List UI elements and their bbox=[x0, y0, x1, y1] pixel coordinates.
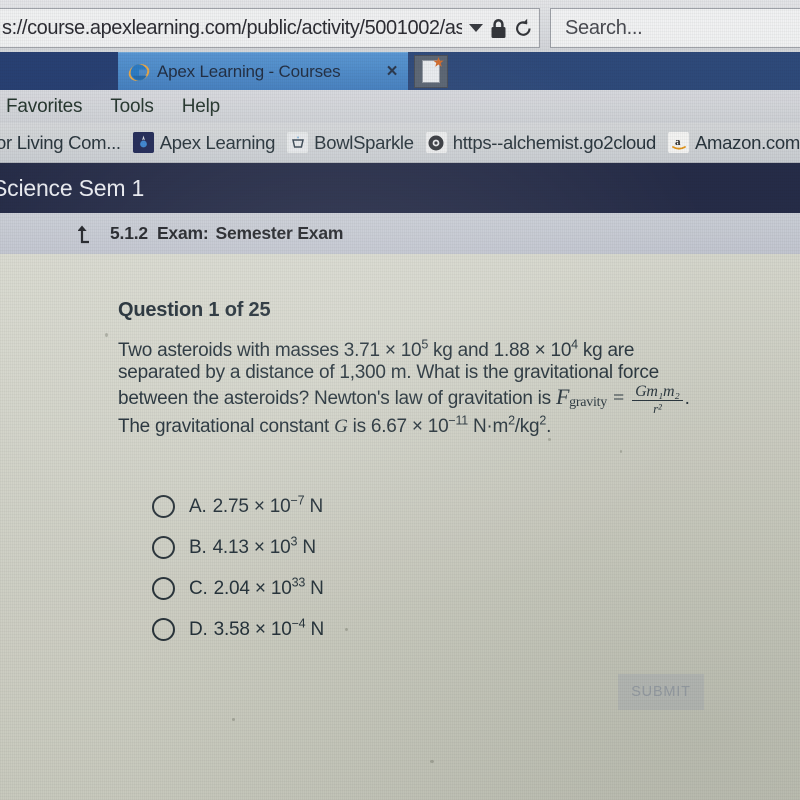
close-icon[interactable]: × bbox=[382, 61, 402, 82]
exponent-mass-2: 4 bbox=[571, 337, 578, 352]
bookmark-label: Amazon.com S bbox=[695, 131, 800, 153]
answer-mantissa-c: 2.04 × 10 bbox=[213, 577, 292, 599]
bookmarks-bar: or Living Com... Apex Learning BowlSpark… bbox=[0, 123, 800, 163]
address-row: s://course.apexlearning.com/public/activ… bbox=[0, 8, 800, 48]
answer-unit-b: N bbox=[297, 536, 316, 558]
answer-text-c: C. 2.04 × 1033 N bbox=[189, 575, 324, 600]
answer-option-a[interactable]: A. 2.75 × 10−7 N bbox=[152, 486, 324, 527]
answer-option-c[interactable]: C. 2.04 × 1033 N bbox=[152, 568, 324, 609]
formula-denominator: r² bbox=[653, 401, 662, 416]
answer-label-a: A. bbox=[189, 495, 207, 517]
breadcrumb-label: Exam: bbox=[156, 223, 209, 243]
radio-button-c[interactable] bbox=[152, 577, 175, 600]
bookmark-amazon[interactable]: a Amazon.com S bbox=[668, 132, 800, 154]
site-header: Science Sem 1 bbox=[0, 163, 800, 213]
answer-unit-d: N bbox=[305, 618, 325, 640]
lock-icon[interactable] bbox=[490, 18, 507, 39]
question-part-8: . bbox=[546, 416, 552, 437]
answer-option-b[interactable]: B. 4.13 × 103 N bbox=[152, 527, 324, 568]
question-part-6: N·m bbox=[467, 416, 509, 437]
answer-exponent-c: 33 bbox=[291, 575, 306, 590]
formula-numerator: Gm₁m₂ bbox=[632, 384, 683, 401]
formula-fraction: Gm₁m₂ r² bbox=[632, 384, 683, 416]
answer-mantissa-a: 2.75 × 10 bbox=[212, 495, 291, 517]
bookmark-alchemist[interactable]: https--alchemist.go2cloud bbox=[425, 131, 657, 154]
radio-button-b[interactable] bbox=[152, 536, 175, 559]
bookmark-apex-learning[interactable]: Apex Learning bbox=[132, 131, 276, 154]
bookmark-living-com[interactable]: or Living Com... bbox=[0, 132, 121, 154]
answer-mantissa-d: 3.58 × 10 bbox=[213, 618, 292, 640]
question-part-5: is 6.67 × 10 bbox=[347, 416, 449, 437]
formula-subscript-gravity: gravity bbox=[569, 395, 608, 410]
new-page-icon bbox=[422, 60, 440, 83]
answer-mantissa-b: 4.13 × 10 bbox=[212, 536, 291, 558]
answer-option-d[interactable]: D. 3.58 × 10−4 N bbox=[152, 609, 324, 650]
answer-exponent-d: −4 bbox=[291, 616, 306, 631]
exponent-g-constant: −11 bbox=[448, 413, 468, 428]
constant-symbol-g: G bbox=[334, 416, 348, 437]
breadcrumb-number: 5.1.2 bbox=[110, 223, 148, 243]
question-text: Two asteroids with masses 3.71 × 105 kg … bbox=[118, 337, 718, 438]
submit-button[interactable]: SUBMIT bbox=[618, 674, 704, 710]
tab-strip-filler bbox=[0, 52, 118, 90]
menu-item-favorites[interactable]: Favorites bbox=[6, 96, 83, 118]
bookmark-bowlsparkle[interactable]: BowlSparkle bbox=[287, 132, 414, 154]
question-counter: Question 1 of 25 bbox=[118, 299, 271, 321]
answer-label-d: D. bbox=[189, 618, 208, 640]
chevron-down-icon[interactable] bbox=[469, 24, 483, 32]
url-text[interactable]: s://course.apexlearning.com/public/activ… bbox=[2, 17, 462, 40]
question-part-1: Two asteroids with masses 3.71 × 10 bbox=[118, 340, 422, 361]
answer-exponent-a: −7 bbox=[290, 493, 305, 508]
bowlsparkle-icon bbox=[287, 132, 309, 153]
breadcrumb-title: Semester Exam bbox=[215, 223, 344, 243]
formula-variable-f: F bbox=[555, 384, 570, 409]
bookmark-label: Apex Learning bbox=[159, 131, 276, 153]
question-part-7: /kg bbox=[514, 416, 540, 437]
search-input[interactable]: Search... bbox=[550, 8, 800, 48]
answer-choices: A. 2.75 × 10−7 N B. 4.13 × 103 N C. 2.04 × … bbox=[152, 486, 324, 650]
course-title: Science Sem 1 bbox=[0, 174, 145, 201]
answer-text-b: B. 4.13 × 103 N bbox=[189, 535, 316, 559]
browser-chrome: s://course.apexlearning.com/public/activ… bbox=[0, 0, 800, 52]
answer-label-b: B. bbox=[189, 536, 207, 558]
up-arrow-icon[interactable] bbox=[77, 224, 96, 244]
bookmark-label: https--alchemist.go2cloud bbox=[452, 131, 657, 153]
alchemist-icon bbox=[425, 132, 447, 153]
new-tab-button[interactable] bbox=[414, 55, 448, 88]
formula-equals: = bbox=[613, 387, 625, 409]
menu-item-tools[interactable]: Tools bbox=[110, 96, 154, 118]
exponent-meters: 2 bbox=[508, 413, 515, 428]
tab-apex-learning[interactable]: Apex Learning - Courses × bbox=[118, 52, 408, 90]
assessment-content bbox=[0, 254, 800, 800]
apex-icon bbox=[132, 132, 154, 153]
answer-label-c: C. bbox=[189, 577, 208, 599]
address-bar[interactable]: s://course.apexlearning.com/public/activ… bbox=[0, 8, 540, 48]
photographed-screen: s://course.apexlearning.com/public/activ… bbox=[0, 0, 800, 800]
bookmark-label: BowlSparkle bbox=[314, 131, 414, 153]
refresh-icon[interactable] bbox=[514, 18, 533, 39]
tab-strip: Apex Learning - Courses × bbox=[0, 52, 800, 90]
answer-text-d: D. 3.58 × 10−4 N bbox=[189, 616, 325, 641]
tab-title: Apex Learning - Courses bbox=[157, 61, 341, 81]
radio-button-a[interactable] bbox=[152, 495, 175, 518]
menu-bar: Favorites Tools Help bbox=[0, 90, 800, 123]
radio-button-d[interactable] bbox=[152, 618, 175, 641]
internet-explorer-icon bbox=[128, 61, 150, 83]
search-placeholder: Search... bbox=[565, 16, 643, 39]
bookmark-label: or Living Com... bbox=[0, 131, 121, 153]
amazon-icon: a bbox=[668, 132, 690, 153]
answer-text-a: A. 2.75 × 10−7 N bbox=[189, 493, 323, 518]
svg-text:a: a bbox=[675, 136, 681, 148]
breadcrumb: 5.1.2 Exam: Semester Exam bbox=[0, 213, 800, 255]
question-part-2: kg and 1.88 × 10 bbox=[428, 340, 572, 361]
answer-unit-c: N bbox=[305, 577, 324, 599]
menu-item-help[interactable]: Help bbox=[182, 96, 220, 118]
answer-unit-a: N bbox=[304, 495, 323, 517]
